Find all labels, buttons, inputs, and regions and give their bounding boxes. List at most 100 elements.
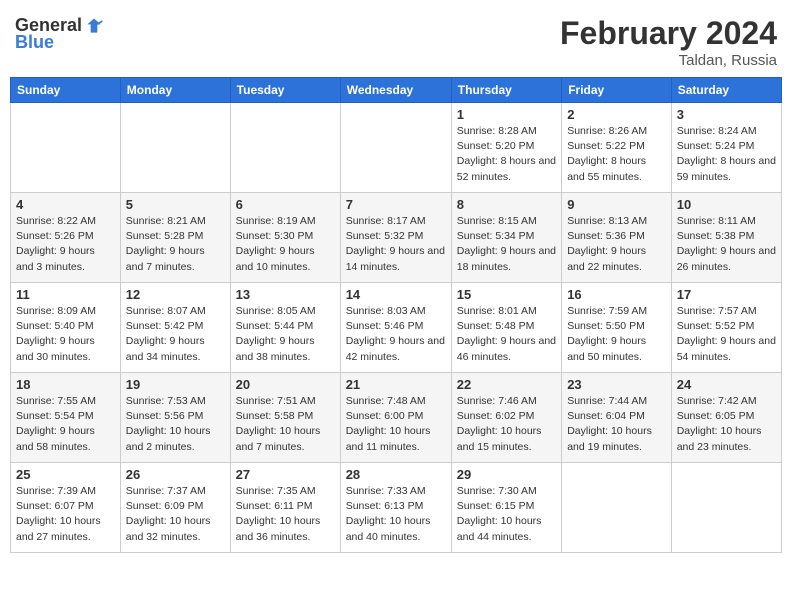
calendar-cell: 1 Sunrise: 8:28 AMSunset: 5:20 PMDayligh…	[451, 103, 561, 193]
day-info: Sunrise: 8:07 AMSunset: 5:42 PMDaylight:…	[126, 304, 225, 365]
month-year-title: February 2024	[560, 15, 777, 52]
calendar-cell: 7 Sunrise: 8:17 AMSunset: 5:32 PMDayligh…	[340, 193, 451, 283]
header-monday: Monday	[120, 78, 230, 103]
day-number: 9	[567, 197, 666, 212]
calendar-cell: 14 Sunrise: 8:03 AMSunset: 5:46 PMDaylig…	[340, 283, 451, 373]
calendar-cell: 12 Sunrise: 8:07 AMSunset: 5:42 PMDaylig…	[120, 283, 230, 373]
calendar-week-4: 25 Sunrise: 7:39 AMSunset: 6:07 PMDaylig…	[11, 463, 782, 553]
calendar-cell: 21 Sunrise: 7:48 AMSunset: 6:00 PMDaylig…	[340, 373, 451, 463]
day-info: Sunrise: 8:11 AMSunset: 5:38 PMDaylight:…	[677, 214, 776, 275]
calendar-week-3: 18 Sunrise: 7:55 AMSunset: 5:54 PMDaylig…	[11, 373, 782, 463]
day-number: 2	[567, 107, 666, 122]
calendar-week-0: 1 Sunrise: 8:28 AMSunset: 5:20 PMDayligh…	[11, 103, 782, 193]
calendar-cell: 9 Sunrise: 8:13 AMSunset: 5:36 PMDayligh…	[562, 193, 672, 283]
day-info: Sunrise: 7:30 AMSunset: 6:15 PMDaylight:…	[457, 484, 556, 545]
day-number: 14	[346, 287, 446, 302]
day-info: Sunrise: 7:44 AMSunset: 6:04 PMDaylight:…	[567, 394, 666, 455]
calendar-cell: 8 Sunrise: 8:15 AMSunset: 5:34 PMDayligh…	[451, 193, 561, 283]
day-number: 23	[567, 377, 666, 392]
calendar-cell: 13 Sunrise: 8:05 AMSunset: 5:44 PMDaylig…	[230, 283, 340, 373]
day-info: Sunrise: 8:13 AMSunset: 5:36 PMDaylight:…	[567, 214, 666, 275]
day-info: Sunrise: 7:35 AMSunset: 6:11 PMDaylight:…	[236, 484, 335, 545]
day-number: 10	[677, 197, 776, 212]
calendar-cell: 27 Sunrise: 7:35 AMSunset: 6:11 PMDaylig…	[230, 463, 340, 553]
day-info: Sunrise: 7:55 AMSunset: 5:54 PMDaylight:…	[16, 394, 115, 455]
day-number: 24	[677, 377, 776, 392]
calendar-cell: 22 Sunrise: 7:46 AMSunset: 6:02 PMDaylig…	[451, 373, 561, 463]
header-wednesday: Wednesday	[340, 78, 451, 103]
day-info: Sunrise: 8:21 AMSunset: 5:28 PMDaylight:…	[126, 214, 225, 275]
day-info: Sunrise: 7:48 AMSunset: 6:00 PMDaylight:…	[346, 394, 446, 455]
calendar-cell	[120, 103, 230, 193]
day-number: 27	[236, 467, 335, 482]
day-number: 19	[126, 377, 225, 392]
calendar-cell: 18 Sunrise: 7:55 AMSunset: 5:54 PMDaylig…	[11, 373, 121, 463]
day-info: Sunrise: 8:28 AMSunset: 5:20 PMDaylight:…	[457, 124, 556, 185]
calendar-cell: 28 Sunrise: 7:33 AMSunset: 6:13 PMDaylig…	[340, 463, 451, 553]
day-info: Sunrise: 8:05 AMSunset: 5:44 PMDaylight:…	[236, 304, 335, 365]
day-info: Sunrise: 8:15 AMSunset: 5:34 PMDaylight:…	[457, 214, 556, 275]
day-info: Sunrise: 8:03 AMSunset: 5:46 PMDaylight:…	[346, 304, 446, 365]
day-info: Sunrise: 8:26 AMSunset: 5:22 PMDaylight:…	[567, 124, 666, 185]
calendar-cell: 17 Sunrise: 7:57 AMSunset: 5:52 PMDaylig…	[671, 283, 781, 373]
title-block: February 2024 Taldan, Russia	[560, 15, 777, 69]
day-number: 16	[567, 287, 666, 302]
day-number: 1	[457, 107, 556, 122]
calendar-cell: 29 Sunrise: 7:30 AMSunset: 6:15 PMDaylig…	[451, 463, 561, 553]
day-info: Sunrise: 7:37 AMSunset: 6:09 PMDaylight:…	[126, 484, 225, 545]
calendar-cell	[562, 463, 672, 553]
day-number: 5	[126, 197, 225, 212]
calendar-cell: 5 Sunrise: 8:21 AMSunset: 5:28 PMDayligh…	[120, 193, 230, 283]
day-number: 13	[236, 287, 335, 302]
calendar-cell: 3 Sunrise: 8:24 AMSunset: 5:24 PMDayligh…	[671, 103, 781, 193]
calendar-cell: 6 Sunrise: 8:19 AMSunset: 5:30 PMDayligh…	[230, 193, 340, 283]
day-number: 11	[16, 287, 115, 302]
header-saturday: Saturday	[671, 78, 781, 103]
day-info: Sunrise: 8:24 AMSunset: 5:24 PMDaylight:…	[677, 124, 776, 185]
day-number: 25	[16, 467, 115, 482]
day-info: Sunrise: 8:01 AMSunset: 5:48 PMDaylight:…	[457, 304, 556, 365]
day-info: Sunrise: 7:59 AMSunset: 5:50 PMDaylight:…	[567, 304, 666, 365]
header-friday: Friday	[562, 78, 672, 103]
calendar-header-row: SundayMondayTuesdayWednesdayThursdayFrid…	[11, 78, 782, 103]
day-info: Sunrise: 7:42 AMSunset: 6:05 PMDaylight:…	[677, 394, 776, 455]
calendar-cell	[11, 103, 121, 193]
calendar-cell: 24 Sunrise: 7:42 AMSunset: 6:05 PMDaylig…	[671, 373, 781, 463]
header-thursday: Thursday	[451, 78, 561, 103]
calendar-cell	[340, 103, 451, 193]
page-header: General Blue February 2024 Taldan, Russi…	[10, 10, 782, 69]
day-info: Sunrise: 8:22 AMSunset: 5:26 PMDaylight:…	[16, 214, 115, 275]
day-info: Sunrise: 7:33 AMSunset: 6:13 PMDaylight:…	[346, 484, 446, 545]
day-number: 7	[346, 197, 446, 212]
logo: General Blue	[15, 15, 104, 53]
logo-text-blue: Blue	[15, 32, 54, 53]
day-info: Sunrise: 7:53 AMSunset: 5:56 PMDaylight:…	[126, 394, 225, 455]
day-number: 20	[236, 377, 335, 392]
day-number: 18	[16, 377, 115, 392]
day-number: 22	[457, 377, 556, 392]
day-number: 8	[457, 197, 556, 212]
calendar-cell: 23 Sunrise: 7:44 AMSunset: 6:04 PMDaylig…	[562, 373, 672, 463]
day-number: 29	[457, 467, 556, 482]
header-sunday: Sunday	[11, 78, 121, 103]
calendar-cell: 10 Sunrise: 8:11 AMSunset: 5:38 PMDaylig…	[671, 193, 781, 283]
day-number: 28	[346, 467, 446, 482]
header-tuesday: Tuesday	[230, 78, 340, 103]
calendar-cell: 16 Sunrise: 7:59 AMSunset: 5:50 PMDaylig…	[562, 283, 672, 373]
calendar-week-2: 11 Sunrise: 8:09 AMSunset: 5:40 PMDaylig…	[11, 283, 782, 373]
calendar-cell: 25 Sunrise: 7:39 AMSunset: 6:07 PMDaylig…	[11, 463, 121, 553]
calendar-cell	[671, 463, 781, 553]
calendar-cell	[230, 103, 340, 193]
day-info: Sunrise: 8:17 AMSunset: 5:32 PMDaylight:…	[346, 214, 446, 275]
calendar-cell: 20 Sunrise: 7:51 AMSunset: 5:58 PMDaylig…	[230, 373, 340, 463]
day-number: 17	[677, 287, 776, 302]
calendar-cell: 11 Sunrise: 8:09 AMSunset: 5:40 PMDaylig…	[11, 283, 121, 373]
day-number: 15	[457, 287, 556, 302]
day-number: 3	[677, 107, 776, 122]
day-number: 12	[126, 287, 225, 302]
day-number: 4	[16, 197, 115, 212]
day-number: 6	[236, 197, 335, 212]
calendar-cell: 4 Sunrise: 8:22 AMSunset: 5:26 PMDayligh…	[11, 193, 121, 283]
day-number: 21	[346, 377, 446, 392]
logo-icon	[84, 16, 104, 36]
